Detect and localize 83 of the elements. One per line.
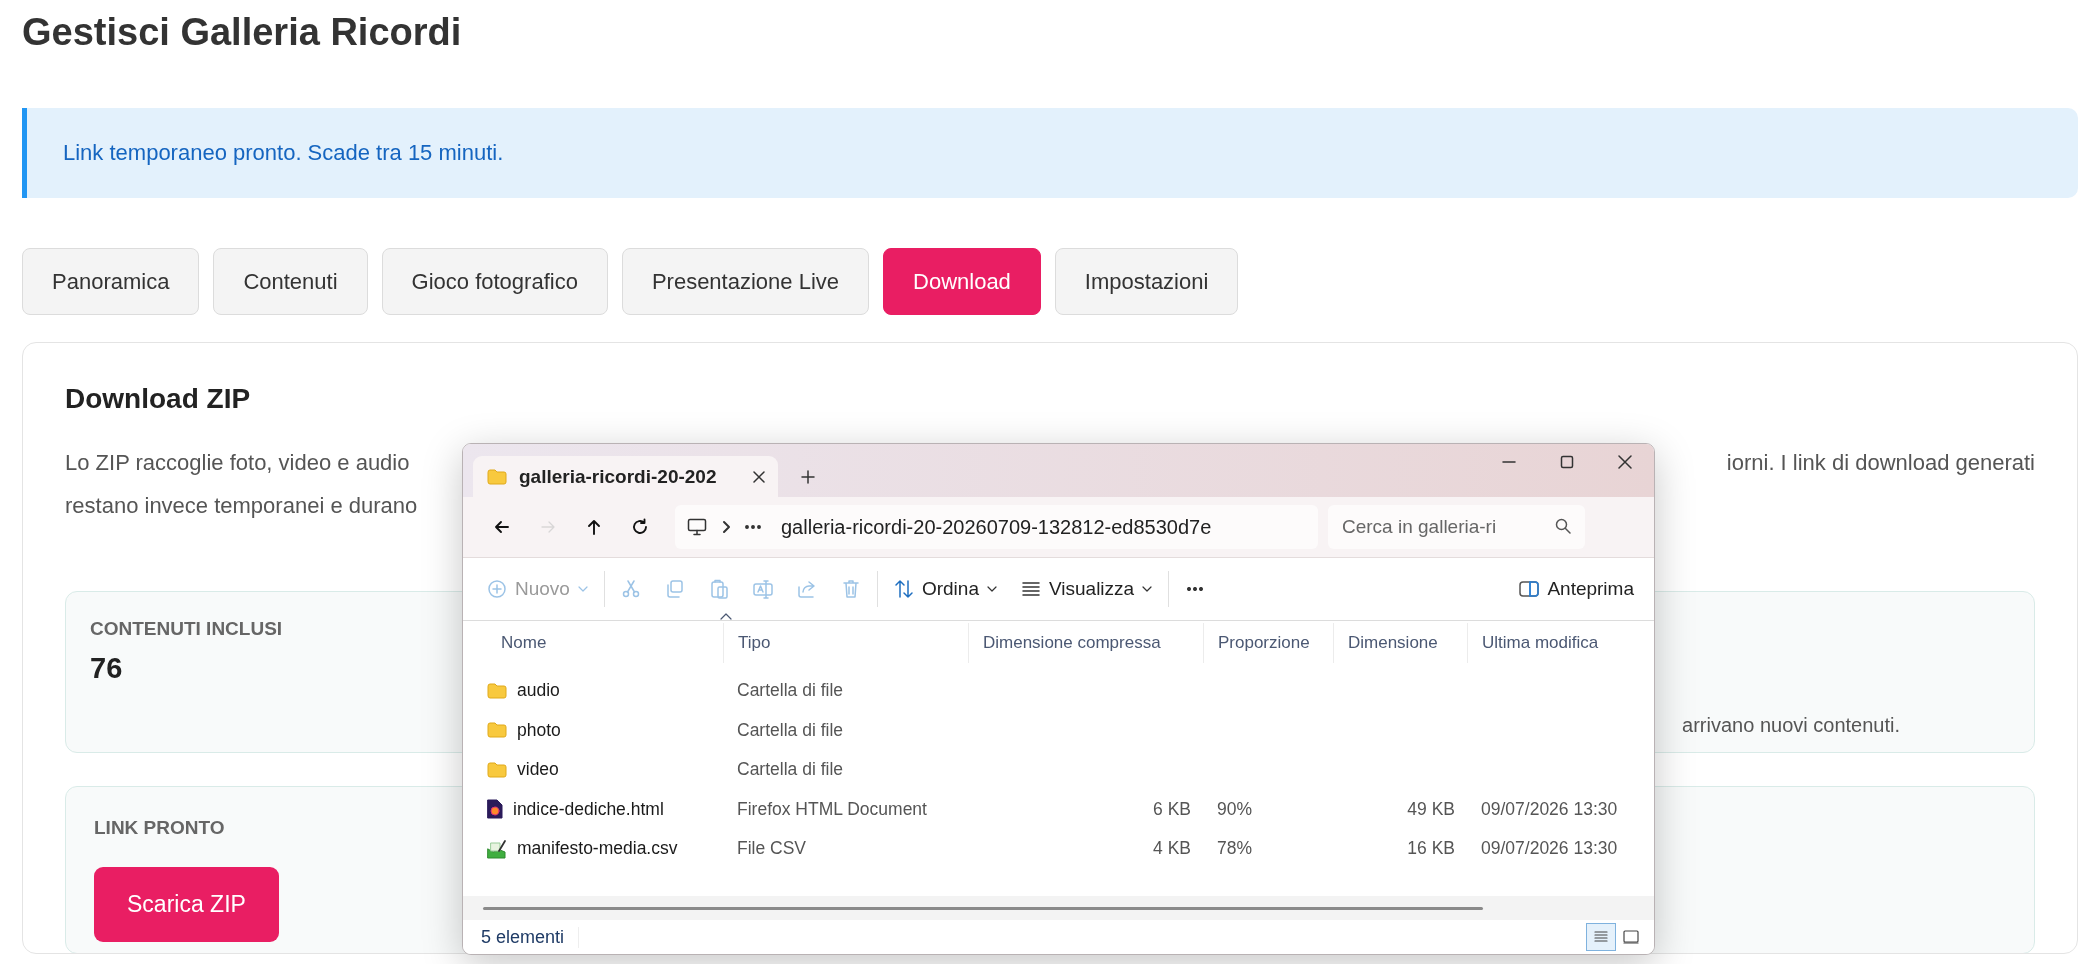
column-header[interactable]: Dimensione — [1333, 623, 1467, 663]
caret-down-icon — [986, 586, 997, 592]
column-header[interactable]: Ultima modifica — [1467, 623, 1654, 663]
clipboard-icon — [708, 579, 729, 599]
stat-value: 76 — [90, 651, 124, 686]
column-header[interactable]: Tipo — [723, 623, 968, 663]
close-icon — [1618, 455, 1632, 469]
compressed-size: 6 KB — [1152, 798, 1192, 820]
file-type: Cartella di file — [736, 759, 845, 781]
file-type: File CSV — [736, 838, 808, 860]
html-file-icon — [487, 799, 503, 820]
compression-ratio: 90% — [1216, 798, 1254, 820]
plus-icon — [801, 469, 815, 484]
file-type: Firefox HTML Document — [736, 798, 928, 820]
maximize-icon — [1560, 455, 1574, 469]
tab[interactable]: Contenuti — [213, 248, 368, 315]
page-title: Gestisci Galleria Ricordi — [22, 10, 462, 55]
caret-down-icon — [577, 586, 588, 592]
folder-icon — [487, 468, 507, 485]
computer-icon — [687, 518, 707, 536]
compressed-size: 4 KB — [1152, 838, 1192, 860]
chevron-right-icon — [721, 520, 731, 534]
file-size: 16 KB — [1406, 838, 1456, 860]
copy-icon — [664, 579, 685, 599]
scissors-icon — [620, 579, 641, 599]
stat-label: CONTENUTI INCLUSI — [90, 617, 283, 641]
modified-date: 09/07/2026 13:30 — [1480, 798, 1619, 820]
ellipsis-icon — [745, 525, 761, 529]
explorer-tab-title: galleria-ricordi-20-202 — [519, 465, 718, 488]
column-header[interactable]: Nome — [475, 623, 723, 663]
close-icon — [752, 469, 766, 484]
folder-icon — [487, 761, 507, 778]
item-count: 5 elementi — [481, 926, 580, 948]
stat-note: arrivano nuovi contenuti. — [1682, 713, 1900, 738]
tab[interactable]: Presentazione Live — [621, 248, 869, 315]
column-header[interactable]: Dimensione compressa — [968, 623, 1203, 663]
close-tab-button[interactable] — [752, 469, 766, 484]
preview-pane-icon — [1519, 579, 1540, 599]
description-text: restano invece temporanei e durano — [65, 492, 418, 520]
alert-message: Link temporaneo pronto. Scade tra 15 minuti. — [63, 140, 504, 166]
scrollbar-thumb[interactable] — [483, 906, 1483, 910]
file-type: Cartella di file — [736, 680, 845, 702]
file-type: Cartella di file — [736, 719, 845, 741]
sort-button[interactable]: Ordina — [881, 567, 1009, 611]
folder-icon — [487, 722, 507, 739]
address-bar[interactable]: galleria-ricordi-20-20260709-132812-ed8530d7e — [675, 505, 1318, 549]
ellipsis-icon — [1185, 587, 1206, 591]
column-header[interactable]: Proporzione — [1203, 623, 1333, 663]
preview-button[interactable]: Anteprima — [1507, 567, 1646, 611]
file-name[interactable]: photo — [517, 719, 561, 741]
sort-caret-icon — [720, 612, 732, 620]
tab[interactable]: Gioco fotografico — [381, 248, 608, 315]
link-label: LINK PRONTO — [94, 816, 225, 840]
file-name[interactable]: manifesto-media.csv — [517, 838, 678, 860]
file-name[interactable]: audio — [517, 680, 560, 702]
caret-down-icon — [1142, 586, 1153, 592]
search-icon — [1555, 518, 1571, 534]
view-button[interactable]: Visualizza — [1008, 567, 1165, 611]
tiles-view-icon — [1622, 928, 1640, 946]
search-field[interactable]: Cerca in galleria-ri — [1328, 505, 1585, 549]
compression-ratio: 78% — [1216, 838, 1254, 860]
modified-date: 09/07/2026 13:30 — [1480, 838, 1619, 860]
csv-file-icon — [487, 838, 507, 859]
tab[interactable]: Impostazioni — [1054, 248, 1239, 315]
tab[interactable]: Download — [883, 248, 1041, 315]
tab[interactable]: Panoramica — [22, 248, 200, 315]
file-size: 49 KB — [1406, 798, 1456, 820]
file-name[interactable]: video — [517, 759, 559, 781]
section-heading: Download ZIP — [65, 382, 251, 416]
trash-icon — [840, 579, 861, 599]
address-path: galleria-ricordi-20-20260709-132812-ed8530d7e — [781, 515, 1212, 539]
details-view-button[interactable] — [1586, 923, 1616, 951]
rename-icon — [752, 579, 773, 599]
description-text: iorni. I link di download generati — [1726, 449, 2035, 477]
file-name[interactable]: indice-dediche.html — [513, 798, 664, 820]
share-icon — [796, 579, 817, 599]
sort-icon — [893, 579, 914, 599]
download-zip-button[interactable]: Scarica ZIP — [94, 867, 279, 942]
description-text: Lo ZIP raccoglie foto, video e audio — [65, 449, 410, 477]
folder-icon — [487, 682, 507, 699]
explorer-tab[interactable]: galleria-ricordi-20-202 — [473, 456, 778, 497]
list-lines-icon — [1020, 579, 1041, 599]
plus-circle-icon — [487, 579, 507, 599]
